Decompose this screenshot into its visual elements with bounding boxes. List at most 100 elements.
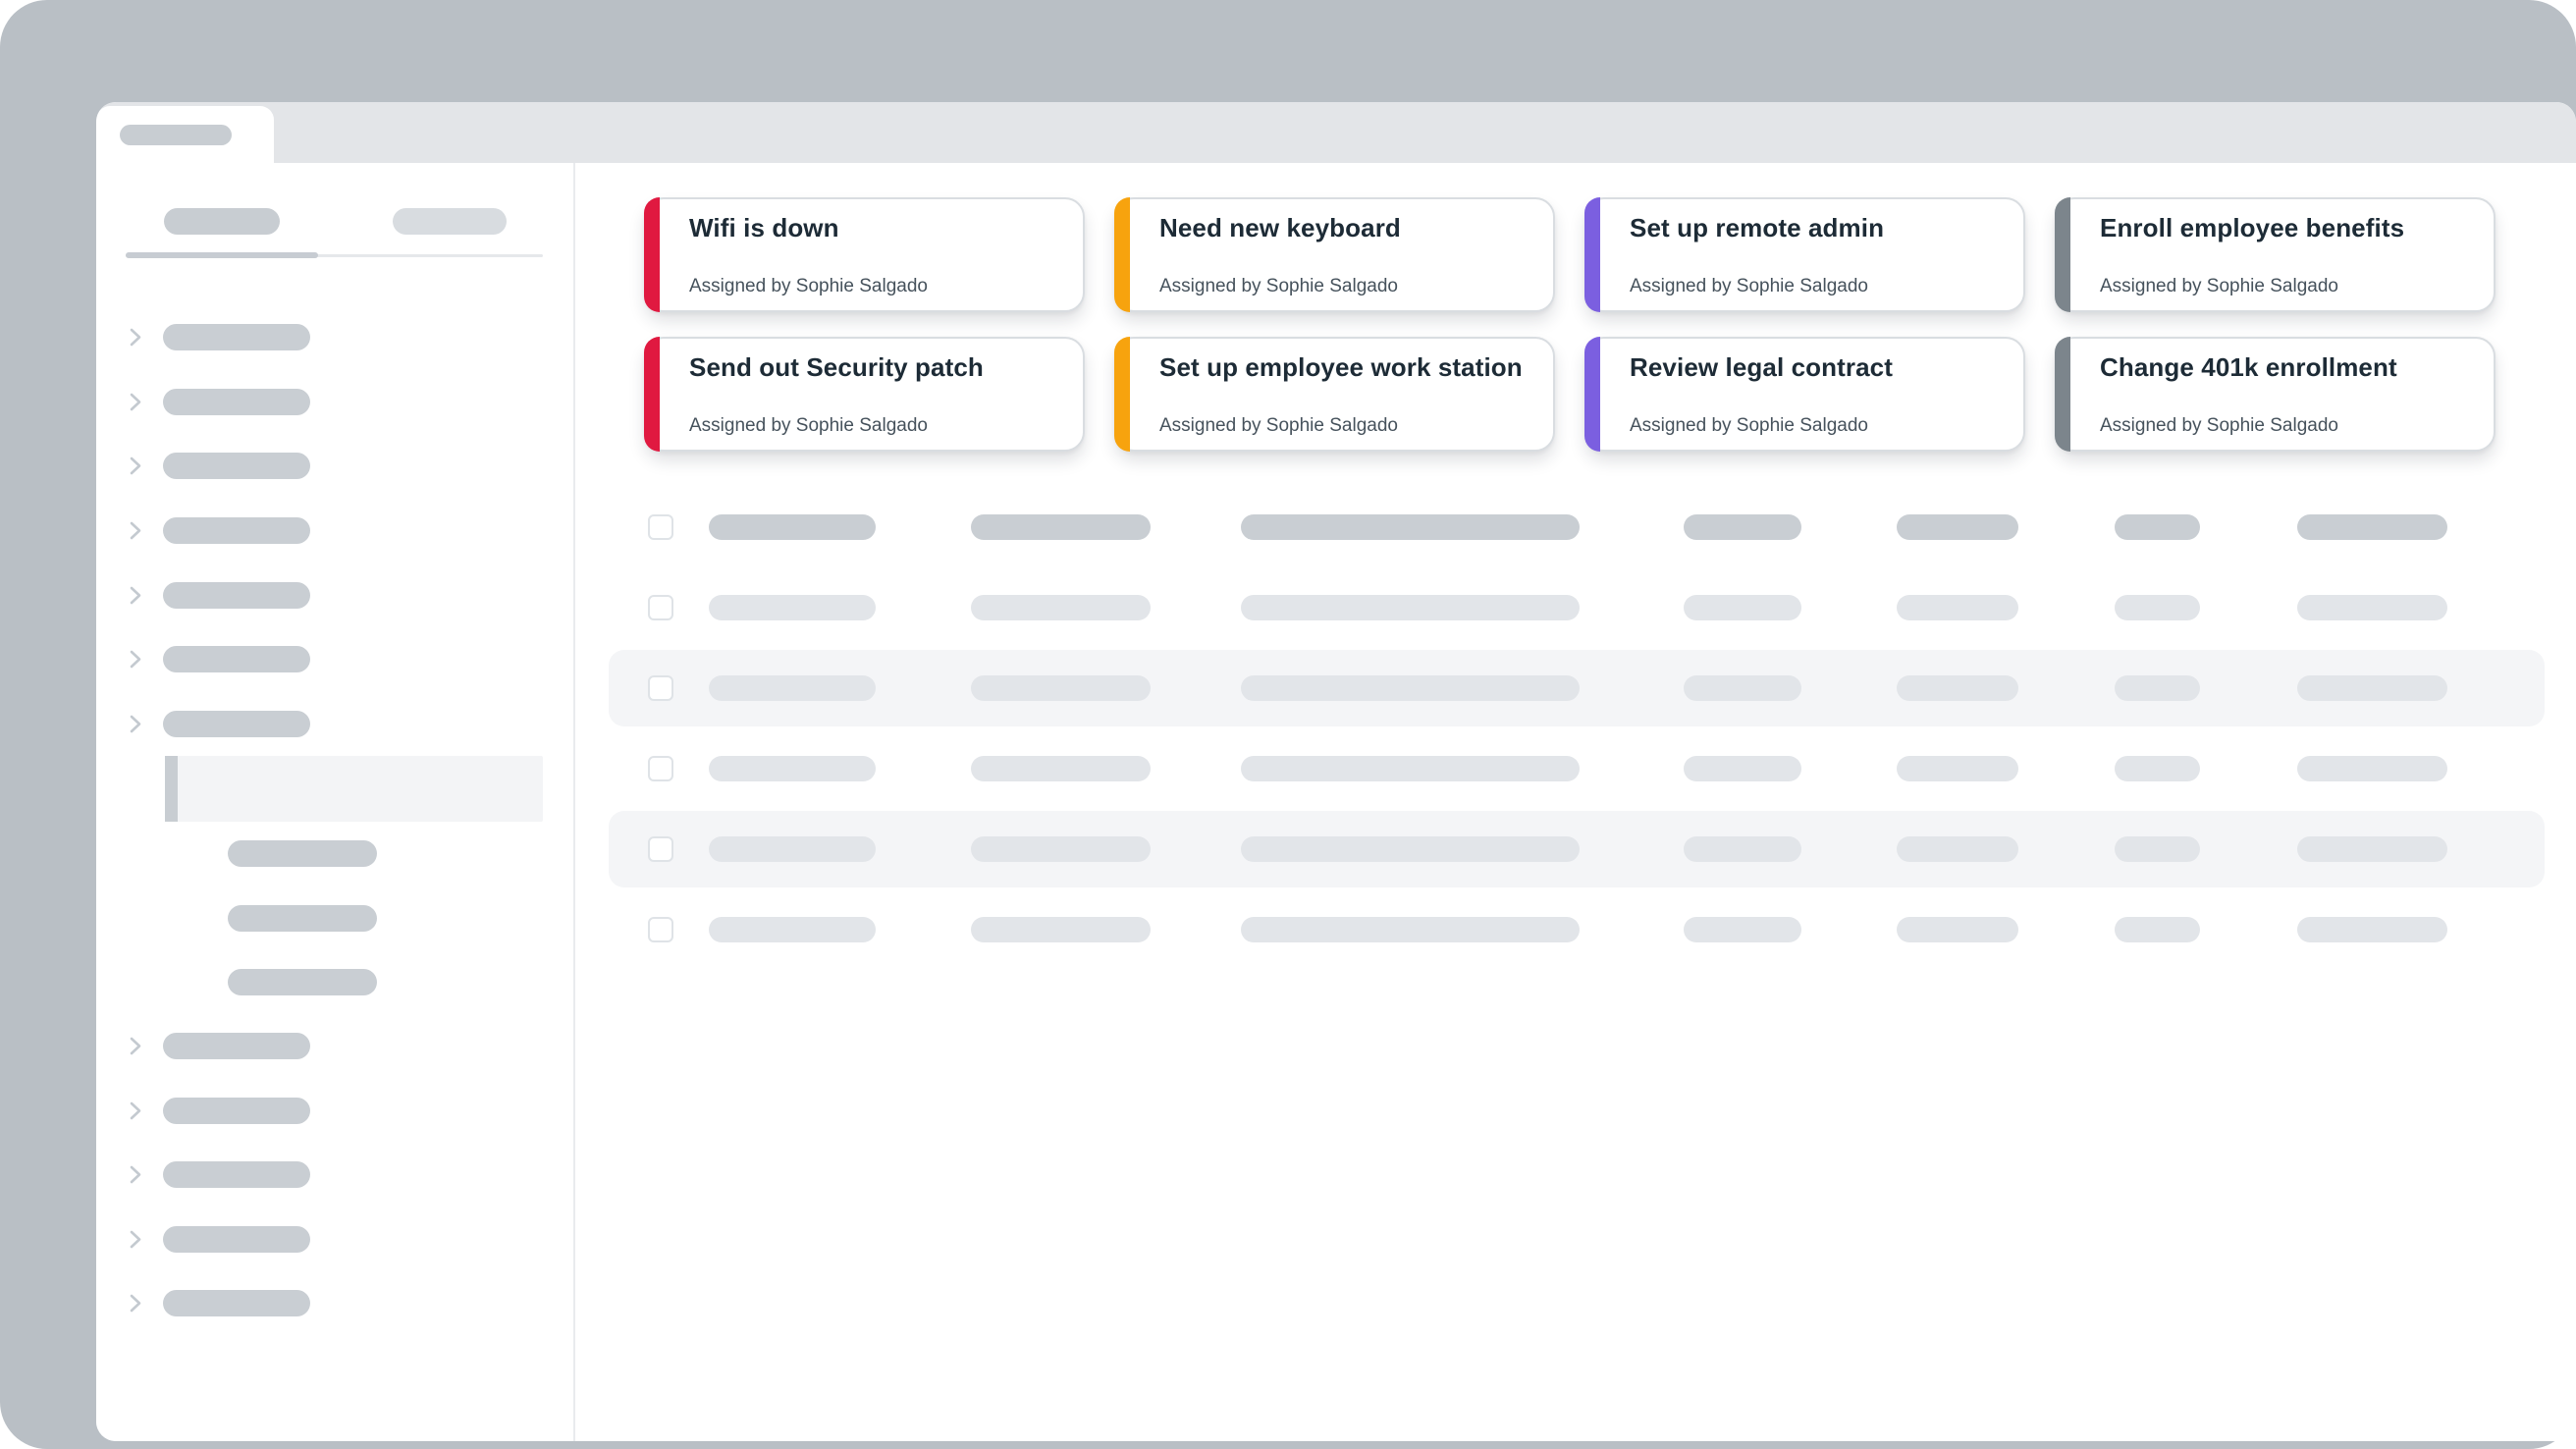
- task-card[interactable]: Review legal contract Assigned by Sophie…: [1584, 337, 2025, 452]
- skeleton-cell: [1897, 836, 2018, 862]
- sidebar-item[interactable]: [96, 517, 573, 544]
- sidebar-item[interactable]: [96, 453, 573, 479]
- skeleton-cell: [1684, 836, 1801, 862]
- chevron-right-icon: [123, 1099, 147, 1123]
- skeleton-cell: [709, 756, 876, 781]
- skeleton-cell: [2115, 675, 2200, 701]
- sidebar-item[interactable]: [96, 646, 573, 672]
- skeleton-cell: [2297, 595, 2447, 620]
- sidebar-item[interactable]: [96, 389, 573, 415]
- table-row: [575, 889, 2576, 970]
- sidebar-item[interactable]: [96, 582, 573, 609]
- table-row: [575, 567, 2576, 648]
- sidebar-tab-skeleton[interactable]: [393, 208, 507, 235]
- sidebar-item[interactable]: [96, 1098, 573, 1124]
- chevron-right-icon: [123, 1034, 147, 1058]
- card-accent-bar-gray: [2055, 197, 2070, 312]
- sidebar-item[interactable]: [96, 1033, 573, 1059]
- task-card[interactable]: Set up employee work station Assigned by…: [1114, 337, 1555, 452]
- chevron-right-icon: [123, 518, 147, 543]
- window-tab[interactable]: [96, 106, 274, 163]
- sidebar-subitem[interactable]: [228, 840, 377, 867]
- chevron-right-icon: [123, 1291, 147, 1315]
- app-window: Wifi is down Assigned by Sophie Salgado …: [96, 102, 2576, 1441]
- chevron-right-icon: [123, 583, 147, 608]
- sidebar-subitem[interactable]: [228, 969, 377, 995]
- skeleton-label: [163, 1033, 310, 1059]
- card-title: Wifi is down: [689, 213, 1067, 243]
- skeleton-cell: [1241, 595, 1580, 620]
- task-card[interactable]: Set up remote admin Assigned by Sophie S…: [1584, 197, 2025, 312]
- task-card[interactable]: Need new keyboard Assigned by Sophie Sal…: [1114, 197, 1555, 312]
- row-checkbox[interactable]: [648, 675, 673, 701]
- skeleton-label: [163, 517, 310, 544]
- skeleton-cell: [971, 514, 1151, 540]
- sidebar-item[interactable]: [96, 711, 573, 737]
- chevron-right-icon: [123, 1227, 147, 1252]
- task-card[interactable]: Enroll employee benefits Assigned by Sop…: [2055, 197, 2496, 312]
- chevron-right-icon: [123, 1162, 147, 1187]
- skeleton-cell: [709, 514, 876, 540]
- sidebar-item-selected[interactable]: [165, 756, 543, 822]
- skeleton-cell: [1684, 595, 1801, 620]
- skeleton-label: [163, 324, 310, 350]
- skeleton-cell: [971, 836, 1151, 862]
- task-card[interactable]: Change 401k enrollment Assigned by Sophi…: [2055, 337, 2496, 452]
- card-accent-bar-purple: [1584, 197, 1600, 312]
- card-title: Change 401k enrollment: [2100, 352, 2478, 383]
- card-assigned-by: Assigned by Sophie Salgado: [689, 415, 1067, 438]
- skeleton-cell: [2115, 595, 2200, 620]
- card-title: Enroll employee benefits: [2100, 213, 2478, 243]
- tab-bar: [96, 102, 2576, 163]
- sidebar-item[interactable]: [96, 1161, 573, 1188]
- chevron-right-icon: [123, 390, 147, 414]
- sidebar: [96, 163, 575, 1441]
- skeleton-cell: [971, 756, 1151, 781]
- sidebar-item[interactable]: [96, 1226, 573, 1253]
- skeleton-cell: [1241, 836, 1580, 862]
- row-checkbox[interactable]: [648, 836, 673, 862]
- row-checkbox[interactable]: [648, 756, 673, 781]
- task-card-grid: Wifi is down Assigned by Sophie Salgado …: [644, 197, 2496, 452]
- table-row-highlighted: [575, 648, 2576, 728]
- card-assigned-by: Assigned by Sophie Salgado: [2100, 415, 2478, 438]
- skeleton-cell: [2297, 917, 2447, 942]
- table-row-highlighted: [575, 809, 2576, 889]
- skeleton-cell: [2297, 756, 2447, 781]
- row-checkbox[interactable]: [648, 595, 673, 620]
- sidebar-tab-underline-active: [126, 252, 318, 258]
- skeleton-cell: [709, 836, 876, 862]
- card-assigned-by: Assigned by Sophie Salgado: [2100, 276, 2478, 298]
- card-accent-bar-gray: [2055, 337, 2070, 452]
- skeleton-label: [163, 582, 310, 609]
- card-assigned-by: Assigned by Sophie Salgado: [1630, 276, 2008, 298]
- skeleton-cell: [2297, 675, 2447, 701]
- skeleton-label: [163, 1098, 310, 1124]
- card-title: Set up remote admin: [1630, 213, 2008, 243]
- sidebar-subitem[interactable]: [228, 905, 377, 932]
- skeleton-label: [163, 711, 310, 737]
- task-card[interactable]: Send out Security patch Assigned by Soph…: [644, 337, 1085, 452]
- skeleton-label: [163, 1290, 310, 1316]
- skeleton-cell: [1897, 595, 2018, 620]
- skeleton-cell: [1684, 756, 1801, 781]
- skeleton-cell: [2115, 756, 2200, 781]
- skeleton-cell: [971, 917, 1151, 942]
- sidebar-tab-skeleton-active[interactable]: [164, 208, 280, 235]
- sidebar-item[interactable]: [96, 324, 573, 350]
- task-card[interactable]: Wifi is down Assigned by Sophie Salgado: [644, 197, 1085, 312]
- skeleton-label: [163, 1226, 310, 1253]
- tab-label-skeleton: [120, 125, 232, 145]
- skeleton-cell: [1241, 917, 1580, 942]
- card-assigned-by: Assigned by Sophie Salgado: [1159, 276, 1537, 298]
- card-accent-bar-red: [644, 197, 660, 312]
- sidebar-item[interactable]: [96, 1290, 573, 1316]
- skeleton-label: [163, 389, 310, 415]
- row-checkbox[interactable]: [648, 514, 673, 540]
- window-body: Wifi is down Assigned by Sophie Salgado …: [96, 163, 2576, 1441]
- row-checkbox[interactable]: [648, 917, 673, 942]
- skeleton-table: [575, 487, 2576, 970]
- skeleton-cell: [709, 675, 876, 701]
- skeleton-cell: [2115, 514, 2200, 540]
- skeleton-cell: [1684, 514, 1801, 540]
